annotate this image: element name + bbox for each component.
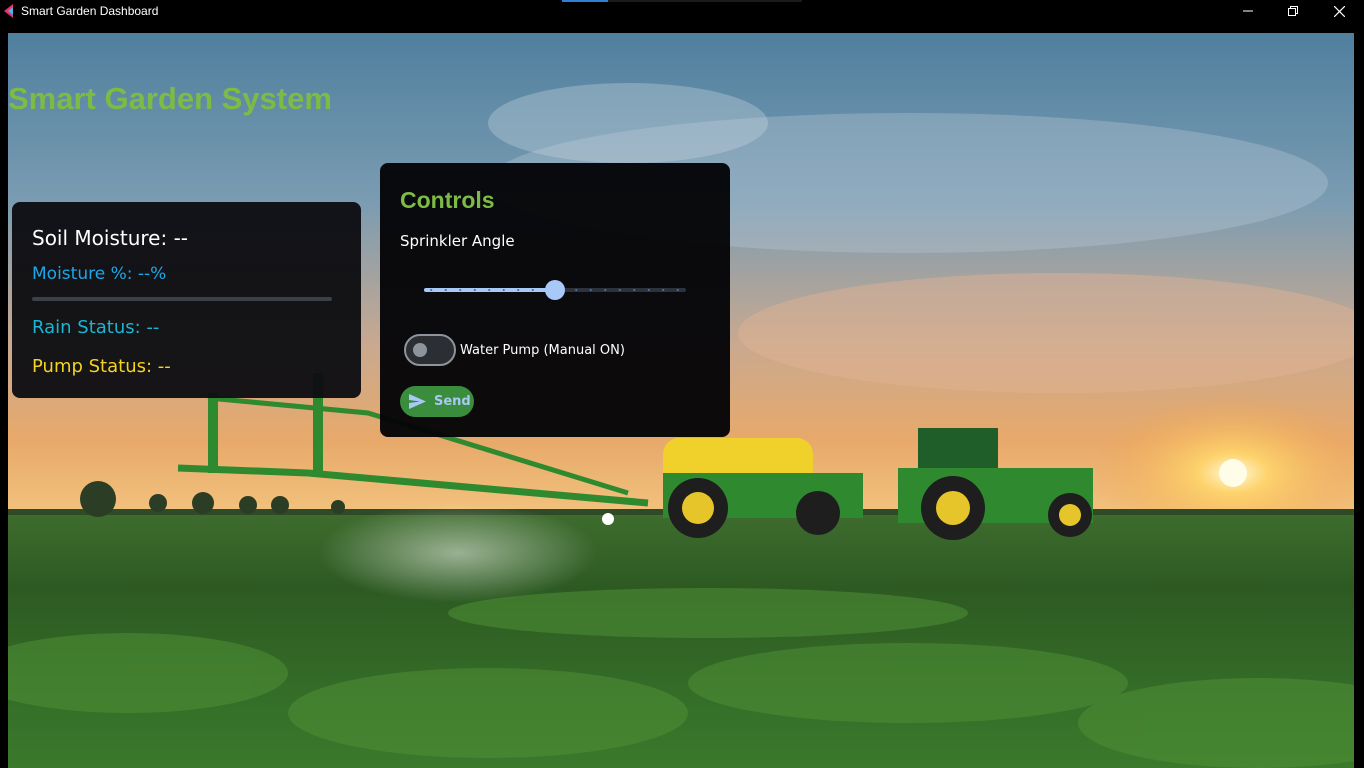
moisture-progress-bar bbox=[32, 297, 332, 301]
controls-card: Controls Sprinkler Angle Water Pump (Man… bbox=[380, 163, 730, 437]
title-bar: Smart Garden Dashboard bbox=[0, 0, 1364, 22]
minimize-button[interactable] bbox=[1225, 0, 1271, 22]
toggle-knob bbox=[413, 343, 427, 357]
send-label: Send bbox=[434, 394, 471, 409]
water-pump-label: Water Pump (Manual ON) bbox=[460, 343, 625, 358]
send-button[interactable]: Send bbox=[400, 386, 474, 417]
close-icon bbox=[1333, 5, 1345, 17]
sprinkler-angle-slider[interactable] bbox=[424, 280, 686, 300]
close-button[interactable] bbox=[1316, 0, 1362, 22]
controls-title: Controls bbox=[400, 187, 495, 213]
app-icon bbox=[4, 4, 13, 18]
pump-status-label: Pump Status: -- bbox=[32, 356, 171, 377]
window-title: Smart Garden Dashboard bbox=[21, 4, 159, 18]
sensor-status-card: Soil Moisture: -- Moisture %: --% Rain S… bbox=[12, 202, 361, 398]
moisture-percent-label: Moisture %: --% bbox=[32, 264, 167, 284]
minimize-icon bbox=[1243, 10, 1253, 12]
send-icon bbox=[409, 394, 426, 409]
titlebar-tab-indicator bbox=[562, 0, 802, 2]
restore-icon bbox=[1288, 6, 1298, 16]
dashboard-content: Smart Garden System Soil Moisture: -- Mo… bbox=[8, 33, 1354, 768]
page-title: Smart Garden System bbox=[8, 81, 332, 116]
water-pump-toggle[interactable] bbox=[404, 334, 456, 366]
soil-moisture-label: Soil Moisture: -- bbox=[32, 226, 189, 250]
sprinkler-angle-label: Sprinkler Angle bbox=[400, 232, 515, 250]
rain-status-label: Rain Status: -- bbox=[32, 317, 160, 338]
restore-button[interactable] bbox=[1270, 0, 1316, 22]
slider-thumb[interactable] bbox=[545, 280, 565, 300]
